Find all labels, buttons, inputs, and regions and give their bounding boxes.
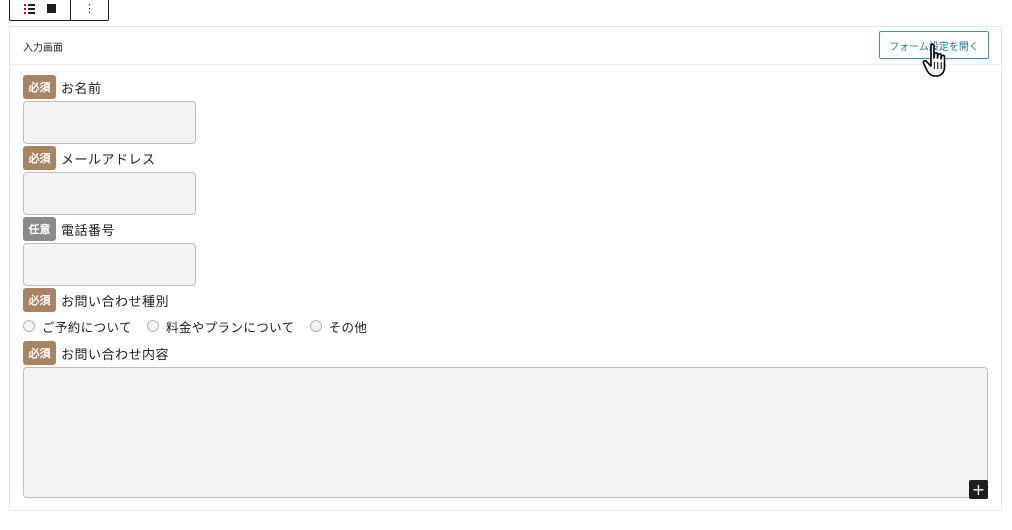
radio-label: ご予約について [42, 319, 132, 335]
radio-button[interactable] [23, 320, 35, 332]
form-title: 入力画面 [23, 43, 63, 54]
required-badge: 必須 [23, 75, 56, 99]
block-type-group [10, 0, 71, 20]
optional-badge: 任意 [23, 217, 56, 241]
list-view-icon[interactable] [24, 4, 35, 14]
label-name: お名前 [61, 81, 102, 97]
field-label-phone: 任意 電話番号 [23, 217, 115, 241]
required-badge: 必須 [23, 288, 56, 312]
square-block-icon[interactable] [47, 4, 56, 13]
field-label-email: 必須 メールアドレス [23, 146, 156, 170]
required-badge: 必須 [23, 146, 56, 170]
label-phone: 電話番号 [61, 223, 116, 239]
radio-label: その他 [328, 319, 368, 335]
radio-option-reservation[interactable]: ご予約について [23, 317, 132, 336]
form-header: 入力画面 フォーム設定を開く [10, 27, 1001, 65]
inquiry-type-radio-group: ご予約について 料金やプランについて その他 [23, 317, 382, 336]
name-input[interactable] [23, 101, 196, 144]
field-label-inquiry-type: 必須 お問い合わせ種別 [23, 288, 169, 312]
field-label-message: 必須 お問い合わせ内容 [23, 341, 169, 365]
add-block-button[interactable]: + [969, 480, 988, 499]
form-block[interactable]: 入力画面 フォーム設定を開く 必須 お名前 必須 メールアドレス 任意 電話番号… [9, 26, 1002, 511]
more-options-button[interactable]: ⋮ [71, 0, 108, 20]
message-textarea[interactable] [23, 367, 988, 498]
field-label-name: 必須 お名前 [23, 75, 102, 99]
label-inquiry-type: お問い合わせ種別 [61, 294, 170, 310]
more-options-icon: ⋮ [84, 2, 95, 15]
block-toolbar: ⋮ [9, 0, 109, 21]
radio-button[interactable] [309, 320, 322, 332]
label-message: お問い合わせ内容 [61, 347, 170, 363]
phone-input[interactable] [23, 243, 196, 286]
radio-button[interactable] [146, 320, 159, 332]
radio-option-other[interactable]: その他 [309, 317, 368, 336]
label-email: メールアドレス [61, 152, 156, 168]
required-badge: 必須 [23, 341, 56, 365]
email-input[interactable] [23, 172, 196, 215]
radio-label: 料金やプランについて [165, 319, 295, 335]
radio-option-pricing[interactable]: 料金やプランについて [146, 317, 295, 336]
hand-pointer-cursor-icon [922, 43, 946, 77]
